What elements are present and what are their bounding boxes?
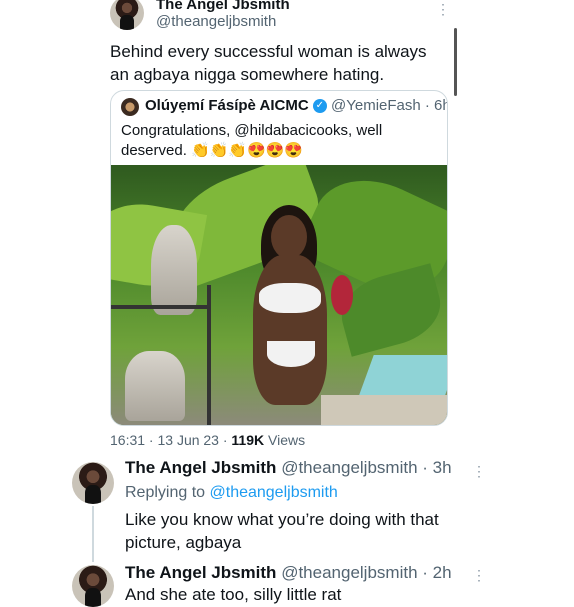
replying-to-label: Replying to [125, 484, 210, 501]
reply-2-header: The Angel Jbsmith @theangeljbsmith · 2h [125, 563, 452, 583]
reply-2-text-line-1: And she ate too, silly little rat [125, 585, 342, 604]
ellipsis-vertical-icon[interactable]: ⋮ [472, 568, 486, 582]
reply-1-author-handle[interactable]: @theangeljbsmith [281, 458, 417, 477]
reply-1-time[interactable]: · 3h [418, 458, 451, 477]
quoted-tweet-card[interactable]: Olúyẹmí Fásípè AICMC ✓ @YemieFash · 6h C… [110, 90, 448, 426]
ellipsis-vertical-icon[interactable]: ⋮ [472, 464, 486, 478]
ellipsis-vertical-icon[interactable]: ⋮ [436, 2, 450, 16]
quoted-tweet-text-line-2: deserved. 👏👏👏😍😍😍 [121, 142, 304, 159]
quoted-tweet-author-handle[interactable]: @YemieFash [331, 97, 421, 114]
quoted-tweet-header: Olúyẹmí Fásípè AICMC ✓ @YemieFash · 6h [145, 97, 447, 114]
thread-connector-line [92, 506, 94, 562]
quoted-tweet-avatar[interactable] [121, 98, 139, 116]
reply-2-author-handle[interactable]: @theangeljbsmith [281, 563, 417, 582]
main-tweet-views-count: 119K [231, 432, 265, 448]
scrollbar[interactable] [454, 28, 457, 96]
reply-1-author-name[interactable]: The Angel Jbsmith [125, 458, 276, 477]
main-tweet-avatar[interactable] [110, 0, 144, 30]
reply-2-avatar[interactable] [72, 565, 114, 607]
reply-1-text-line-2: picture, agbaya [125, 533, 242, 552]
reply-1-replying-to: Replying to @theangeljbsmith [125, 484, 338, 502]
quoted-tweet-author-name[interactable]: Olúyẹmí Fásípè AICMC [145, 97, 309, 114]
main-tweet-text-line-2: an agbaya nigga somewhere hating. [110, 65, 385, 84]
quoted-tweet-time[interactable]: · 6h [421, 97, 447, 114]
main-tweet-author-handle[interactable]: @theangeljbsmith [156, 13, 276, 30]
replying-to-handle-link[interactable]: @theangeljbsmith [210, 484, 338, 501]
reply-2-time[interactable]: · 2h [418, 563, 451, 582]
reply-2-author-name[interactable]: The Angel Jbsmith [125, 563, 276, 582]
reply-1-text-line-1: Like you know what you’re doing with tha… [125, 510, 439, 529]
main-tweet-views-label: Views [264, 432, 306, 448]
verified-badge-icon: ✓ [312, 99, 327, 114]
main-tweet-author-name[interactable]: The Angel Jbsmith [156, 0, 290, 13]
quoted-tweet-text-line-1: Congratulations, @hildabacicooks, well [121, 122, 383, 139]
quoted-tweet-photo[interactable] [111, 165, 447, 425]
reply-1-header: The Angel Jbsmith @theangeljbsmith · 3h [125, 458, 452, 478]
reply-1-avatar[interactable] [72, 462, 114, 504]
main-tweet-text-line-1: Behind every successful woman is always [110, 42, 427, 61]
main-tweet-timestamp[interactable]: 16:31 · 13 Jun 23 · [110, 432, 231, 448]
main-tweet-meta: 16:31 · 13 Jun 23 · 119K Views [110, 432, 305, 448]
